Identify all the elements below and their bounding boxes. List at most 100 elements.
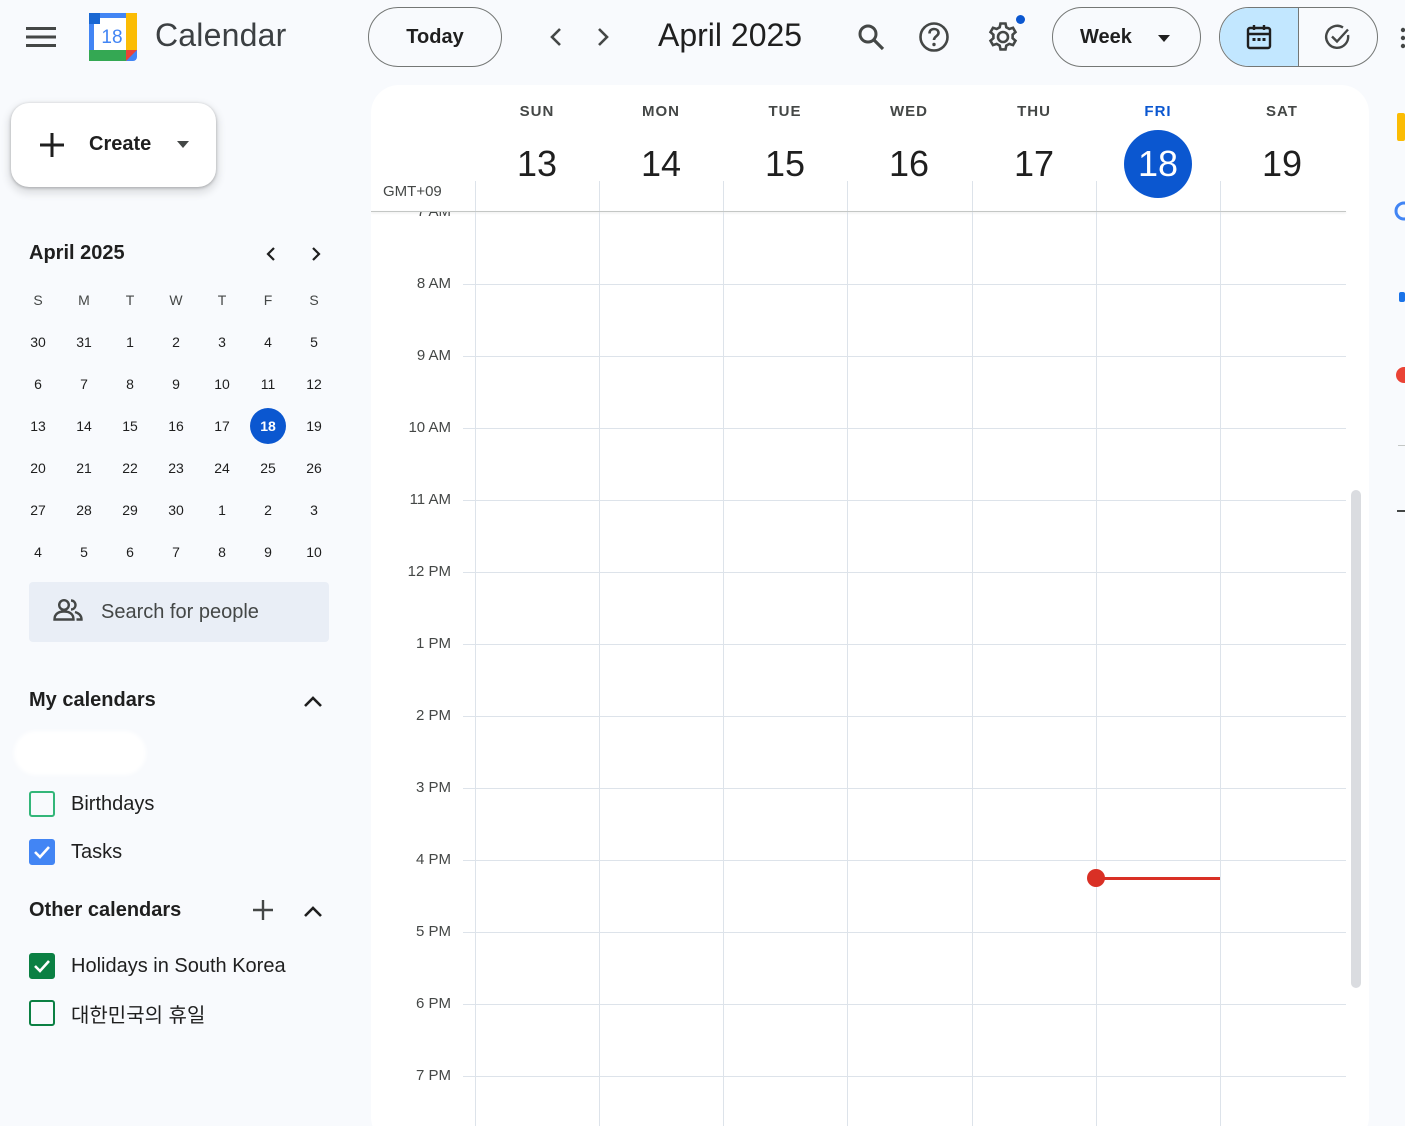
add-other-calendar-button[interactable] [247, 894, 279, 926]
mini-calendar-day[interactable]: 3 [199, 321, 245, 363]
mini-calendar-day[interactable]: 14 [61, 405, 107, 447]
view-selector-dropdown[interactable]: Week [1052, 7, 1201, 67]
my-calendars-collapse-button[interactable] [297, 686, 329, 718]
mini-calendar-day[interactable]: 28 [61, 489, 107, 531]
next-week-button[interactable] [581, 15, 625, 59]
mini-calendar-day[interactable]: 22 [107, 447, 153, 489]
mini-calendar-day[interactable]: 6 [15, 363, 61, 405]
search-people-input[interactable] [101, 592, 321, 632]
mini-calendar-day[interactable]: 21 [61, 447, 107, 489]
mini-calendar-day[interactable]: 19 [291, 405, 337, 447]
mini-calendar-day[interactable]: 17 [199, 405, 245, 447]
hour-label: 3 PM [415, 779, 451, 796]
help-button[interactable] [912, 15, 956, 59]
calendar-item-label: Birthdays [71, 792, 155, 815]
mini-calendar-week: 20 21 22 23 24 25 26 [15, 447, 337, 489]
create-button[interactable]: Create [11, 103, 216, 187]
mini-calendar-next-month-button[interactable] [300, 238, 332, 270]
day-number-button[interactable]: 18 [1124, 130, 1192, 198]
time-grid[interactable]: 7 AM 8 AM 9 AM 10 AM 11 AM 12 PM 1 PM 2 PM 3 PM 4… [371, 212, 1346, 1126]
more-options-icon[interactable] [1399, 26, 1405, 50]
day-number-button[interactable]: 14 [627, 130, 695, 198]
vertical-scrollbar[interactable] [1351, 490, 1361, 988]
mini-calendar-day[interactable]: 10 [291, 531, 337, 573]
hour-label: 8 AM [416, 275, 451, 292]
today-button[interactable]: Today [368, 7, 502, 67]
search-people-field[interactable] [29, 582, 329, 642]
mini-calendar-day[interactable]: 24 [199, 447, 245, 489]
calendar-item-korean-holidays[interactable]: 대한민국의 휴일 [29, 997, 205, 1029]
mini-calendar-day[interactable]: 25 [245, 447, 291, 489]
mini-calendar-day[interactable]: 7 [153, 531, 199, 573]
mini-calendar-day[interactable]: 20 [15, 447, 61, 489]
mini-calendar-day-number: 4 [264, 334, 272, 350]
mini-calendar-day[interactable]: 16 [153, 405, 199, 447]
day-number-button[interactable]: 13 [503, 130, 571, 198]
tasks-view-toggle[interactable] [1299, 8, 1378, 66]
mini-calendar-day[interactable]: 3 [291, 489, 337, 531]
calendar-item-tasks[interactable]: Tasks [29, 836, 122, 868]
calendar-item-holidays-in-south-korea[interactable]: Holidays in South Korea [29, 950, 286, 982]
mini-calendar-day[interactable]: 30 [153, 489, 199, 531]
checkbox[interactable] [29, 839, 55, 865]
current-time-line [1096, 877, 1220, 880]
mini-calendar-weekday-row: SMTWTFS [15, 279, 337, 321]
day-header-wed: WED 16 [847, 85, 971, 211]
mini-calendar-day[interactable]: 10 [199, 363, 245, 405]
calendar-view-toggle[interactable] [1220, 8, 1299, 66]
mini-calendar-day[interactable]: 2 [245, 489, 291, 531]
hour-gridline [463, 1076, 1346, 1077]
mini-calendar-day-number: 13 [30, 418, 46, 434]
search-button[interactable] [849, 15, 893, 59]
mini-calendar-day-number: 8 [126, 376, 134, 392]
mini-calendar-day[interactable]: 1 [199, 489, 245, 531]
other-calendars-collapse-button[interactable] [297, 896, 329, 928]
checkbox[interactable] [29, 1000, 55, 1026]
checkbox[interactable] [29, 791, 55, 817]
chevron-up-icon [304, 696, 322, 707]
mini-calendar-day[interactable]: 29 [107, 489, 153, 531]
mini-calendar-day[interactable]: 12 [291, 363, 337, 405]
previous-week-button[interactable] [534, 15, 578, 59]
mini-calendar-day[interactable]: 31 [61, 321, 107, 363]
weekday-head: S [33, 292, 43, 308]
mini-calendar-day[interactable]: 11 [245, 363, 291, 405]
mini-calendar-week: 30 31 1 2 3 4 5 [15, 321, 337, 363]
mini-calendar-day[interactable]: 27 [15, 489, 61, 531]
mini-calendar-day[interactable]: 13 [15, 405, 61, 447]
mini-calendar-day[interactable]: 9 [153, 363, 199, 405]
mini-calendar-day[interactable]: 9 [245, 531, 291, 573]
mini-calendar-day[interactable]: 18 [245, 405, 291, 447]
mini-calendar-day[interactable]: 15 [107, 405, 153, 447]
calendar-logo[interactable]: 18 [89, 13, 137, 61]
mini-calendar-day[interactable]: 5 [61, 531, 107, 573]
day-number-button[interactable]: 17 [1000, 130, 1068, 198]
mini-calendar-day[interactable]: 30 [15, 321, 61, 363]
mini-calendar-previous-month-button[interactable] [255, 238, 287, 270]
hour-label: 1 PM [415, 635, 451, 652]
mini-calendar-day[interactable]: 23 [153, 447, 199, 489]
weekday-head: T [125, 292, 135, 308]
checkbox[interactable] [29, 953, 55, 979]
calendar-item-birthdays[interactable]: Birthdays [29, 788, 154, 820]
mini-calendar-day[interactable]: 8 [199, 531, 245, 573]
day-number-button[interactable]: 19 [1248, 130, 1316, 198]
mini-calendar-day[interactable]: 5 [291, 321, 337, 363]
hour-label: 4 PM [415, 851, 451, 868]
mini-calendar-day[interactable]: 6 [107, 531, 153, 573]
mini-calendar-day[interactable]: 1 [107, 321, 153, 363]
mini-calendar-day[interactable]: 7 [61, 363, 107, 405]
mini-calendar-day[interactable]: 26 [291, 447, 337, 489]
mini-calendar-day[interactable]: 8 [107, 363, 153, 405]
chevron-up-icon [304, 906, 322, 917]
hour-gridline [463, 500, 1346, 501]
mini-calendar-day[interactable]: 4 [15, 531, 61, 573]
day-number-button[interactable]: 15 [751, 130, 819, 198]
mini-calendar-day[interactable]: 2 [153, 321, 199, 363]
hour-label: 10 AM [408, 419, 451, 436]
mini-calendar-day[interactable]: 4 [245, 321, 291, 363]
app-title: Calendar [155, 17, 287, 53]
day-header-fri: FRI 18 [1096, 85, 1220, 211]
main-menu-button[interactable] [19, 15, 63, 59]
day-number-button[interactable]: 16 [875, 130, 943, 198]
